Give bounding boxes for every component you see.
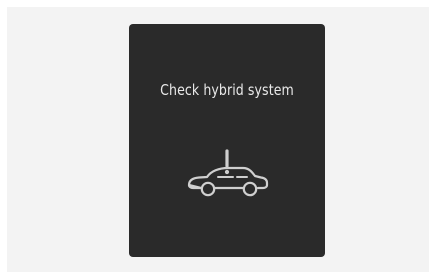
warning-message: Check hybrid system: [160, 81, 294, 99]
warning-display-panel: Check hybrid system: [129, 24, 325, 257]
car-warning-icon: [185, 149, 269, 199]
